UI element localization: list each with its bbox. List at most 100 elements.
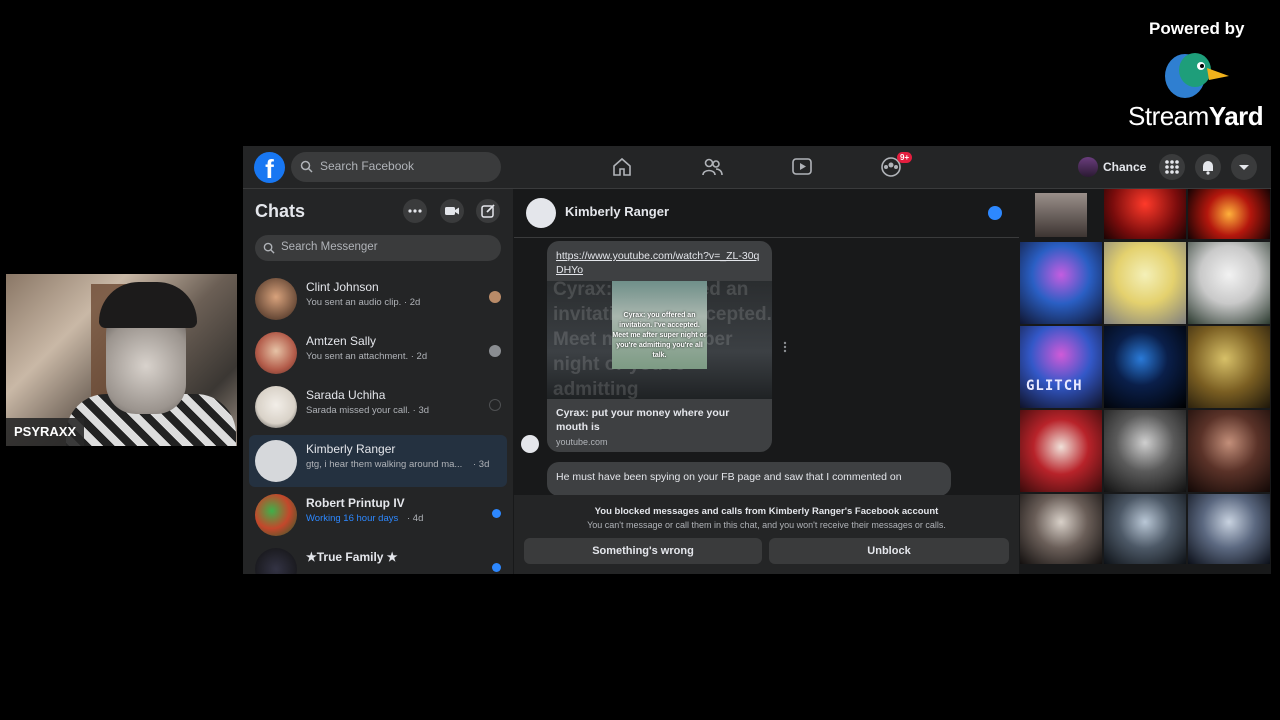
chat-avatar	[255, 386, 297, 428]
somethings-wrong-button[interactable]: Something's wrong	[524, 538, 762, 564]
chat-name: Kimberly Ranger	[306, 442, 396, 456]
gallery-image[interactable]	[1020, 410, 1102, 492]
chat-name: ★True Family ★	[306, 550, 398, 564]
messenger-search-input[interactable]	[279, 240, 493, 254]
chat-preview: Sarada missed your call. · 3d	[306, 405, 430, 416]
blocked-notice: You blocked messages and calls from Kimb…	[514, 495, 1019, 574]
glitch-label: GLITCH	[1026, 378, 1083, 394]
gallery-image[interactable]	[1035, 193, 1087, 237]
search-icon	[300, 160, 313, 173]
chat-preview: Working 16 hour days	[306, 513, 399, 524]
chats-title: Chats	[255, 201, 306, 221]
menu-grid-button[interactable]	[1159, 154, 1185, 180]
contact-name[interactable]: Kimberly Ranger	[565, 204, 669, 219]
messenger-search[interactable]	[255, 235, 501, 261]
friends-icon[interactable]	[701, 156, 723, 178]
caret-down-icon	[1239, 165, 1249, 170]
facebook-search-input[interactable]	[318, 158, 497, 174]
sent-check-icon	[489, 399, 501, 411]
gallery-image[interactable]	[1020, 494, 1102, 564]
delivered-check-icon	[489, 345, 501, 357]
chat-item-amtzen-sally[interactable]: Amtzen Sally You sent an attachment. · 2…	[249, 327, 507, 379]
streamyard-wordmark: StreamYard	[1128, 101, 1264, 131]
chat-item-kimberly-ranger[interactable]: Kimberly Ranger gtg, i hear them walking…	[249, 435, 507, 487]
streamyard-duck-logo	[1163, 48, 1231, 100]
gallery-image[interactable]	[1188, 410, 1270, 492]
chat-time: · 4d	[407, 513, 424, 524]
profile-chip[interactable]: Chance	[1078, 154, 1146, 180]
chat-item-sarada-uchiha[interactable]: Sarada Uchiha Sarada missed your call. ·…	[249, 381, 507, 433]
chat-item-true-family[interactable]: ★True Family ★	[249, 543, 507, 574]
unread-dot	[492, 509, 501, 518]
chat-name: Amtzen Sally	[306, 334, 377, 348]
gallery-image[interactable]	[1188, 326, 1270, 408]
info-icon[interactable]	[988, 206, 1002, 220]
chat-name: Sarada Uchiha	[306, 388, 386, 402]
blocked-subtitle: You can't message or call them in this c…	[587, 520, 946, 530]
message-options-icon[interactable]	[782, 340, 788, 354]
new-message-button[interactable]	[476, 199, 500, 223]
video-camera-icon	[445, 207, 459, 215]
facebook-topbar: f 9+ Chance	[243, 146, 1271, 189]
webcam-name-tag: PSYRAXX	[6, 418, 85, 446]
chat-name: Robert Printup IV	[306, 496, 405, 510]
gallery-image[interactable]	[1104, 326, 1186, 408]
preview-title: Cyrax: put your money where your mouth i…	[556, 407, 730, 433]
gallery-image-glitch[interactable]: GLITCH	[1020, 326, 1102, 408]
chat-avatar	[255, 440, 297, 482]
bell-icon	[1203, 161, 1213, 175]
chat-item-clint-johnson[interactable]: Clint Johnson You sent an audio clip. · …	[249, 273, 507, 325]
youtube-link[interactable]: https://www.youtube.com/watch?v=_ZL-30qD…	[556, 249, 766, 277]
chat-avatar	[255, 494, 297, 536]
chat-avatar	[255, 332, 297, 374]
chat-preview: gtg, i hear them walking around ma...	[306, 459, 463, 470]
chat-name: Clint Johnson	[306, 280, 379, 294]
chat-avatar	[255, 548, 297, 574]
watch-icon[interactable]	[791, 156, 813, 178]
chat-preview: You sent an audio clip. · 2d	[306, 297, 421, 308]
facebook-logo-icon[interactable]: f	[254, 152, 285, 184]
search-icon	[263, 242, 275, 254]
conversation-header: Kimberly Ranger	[514, 189, 1019, 238]
link-message-bubble[interactable]: https://www.youtube.com/watch?v=_ZL-30qD…	[547, 241, 772, 452]
profile-name: Chance	[1103, 160, 1147, 174]
webcam-feed: PSYRAXX	[6, 274, 237, 446]
grid-icon	[1165, 160, 1179, 174]
account-menu-button[interactable]	[1231, 154, 1257, 180]
preview-card-text: Cyrax: you offered an invitation. I've a…	[612, 312, 707, 359]
conversation-panel: Kimberly Ranger https://www.youtube.com/…	[514, 189, 1019, 574]
gallery-image[interactable]	[1104, 410, 1186, 492]
preview-domain: youtube.com	[556, 437, 608, 447]
video-preview-image[interactable]: Cyrax: you offered an invitation. I've a…	[547, 281, 772, 399]
gallery-image[interactable]	[1188, 242, 1270, 324]
chats-options-button[interactable]	[403, 199, 427, 223]
powered-by-label: Powered by	[1149, 19, 1245, 38]
chats-sidebar: Chats Clint Johnson You sent an audio cl…	[243, 189, 513, 574]
chat-time: · 3d	[473, 459, 490, 470]
preview-thumbnail: Cyrax: you offered an invitation. I've a…	[612, 281, 707, 369]
contact-avatar[interactable]	[526, 198, 556, 228]
gallery-image[interactable]	[1020, 242, 1102, 324]
unread-dot	[492, 563, 501, 572]
read-receipt-avatar	[489, 291, 501, 303]
compose-icon	[481, 204, 495, 218]
shared-media-gallery: GLITCH	[1020, 189, 1271, 564]
home-icon[interactable]	[611, 156, 633, 178]
gallery-image[interactable]	[1104, 494, 1186, 564]
sender-avatar	[521, 435, 539, 453]
profile-avatar	[1078, 157, 1098, 177]
chat-avatar	[255, 278, 297, 320]
gallery-image[interactable]	[1104, 242, 1186, 324]
notifications-button[interactable]	[1195, 154, 1221, 180]
new-room-button[interactable]	[440, 199, 464, 223]
chat-item-robert-printup[interactable]: Robert Printup IV Working 16 hour days ·…	[249, 489, 507, 541]
gallery-image[interactable]	[1188, 189, 1270, 239]
gallery-image[interactable]	[1188, 494, 1270, 564]
groups-notification-badge: 9+	[897, 152, 913, 163]
facebook-search[interactable]	[291, 152, 501, 182]
text-message-bubble[interactable]: He must have been spying on your FB page…	[547, 462, 951, 496]
gallery-image[interactable]	[1104, 189, 1186, 239]
facebook-window: f 9+ Chance	[243, 146, 1271, 574]
blocked-title: You blocked messages and calls from Kimb…	[594, 506, 939, 517]
unblock-button[interactable]: Unblock	[769, 538, 1009, 564]
